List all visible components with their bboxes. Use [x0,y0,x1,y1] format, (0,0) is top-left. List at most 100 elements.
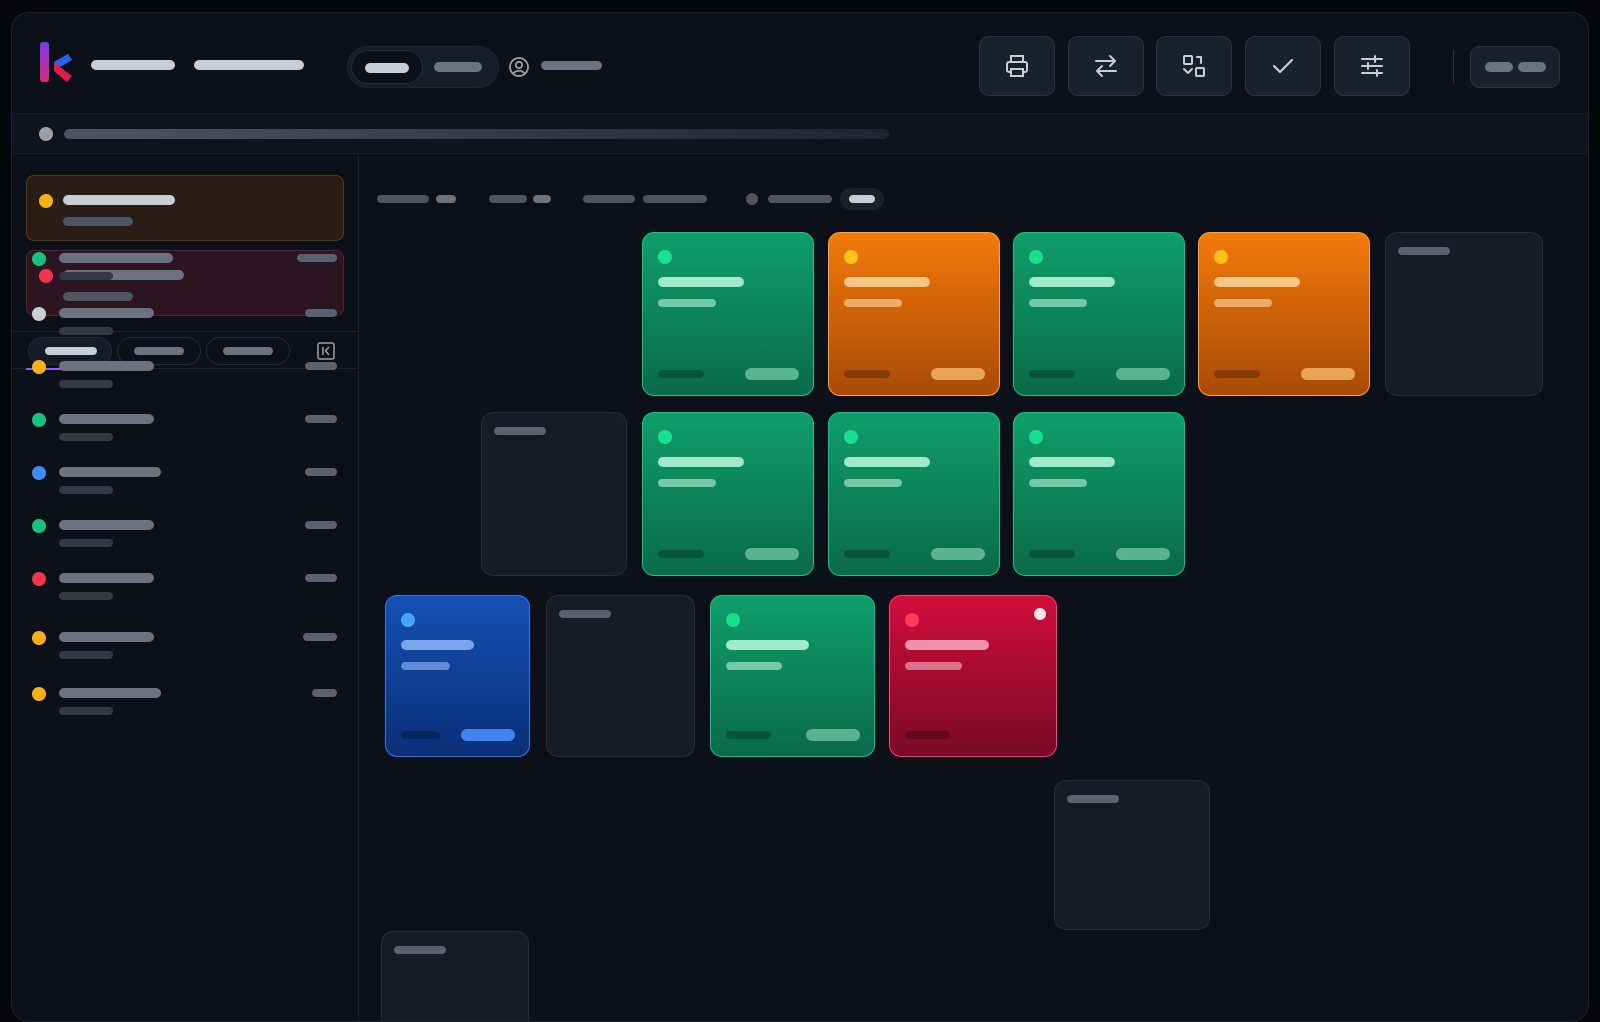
card-status-dot [1029,250,1043,264]
status-indicator [39,127,53,141]
swap-arrows-icon [1095,55,1117,77]
view-toggle[interactable] [347,46,499,88]
user-icon[interactable] [508,56,530,78]
filter-label [489,195,527,203]
account-button[interactable] [1470,46,1560,88]
item-subtitle [59,707,113,715]
toolbar-divider [1453,50,1454,84]
item-subtitle [59,327,113,335]
list-item[interactable] [12,625,352,665]
list-item[interactable] [12,460,352,500]
card-tag[interactable] [931,368,985,380]
layout-icon [1183,55,1205,77]
view-option-inactive[interactable] [434,62,482,72]
red-task-card[interactable] [889,595,1057,757]
list-item[interactable] [12,354,352,394]
top-bar [12,13,1588,114]
card-title [1029,277,1115,287]
card-tag[interactable] [931,548,985,560]
green-task-card[interactable] [1013,412,1185,576]
app-logo[interactable] [38,40,78,84]
print-button[interactable] [979,36,1055,96]
blue-task-card[interactable] [385,595,530,757]
filter-label [768,195,832,203]
green-task-card[interactable] [710,595,875,757]
card-status-dot [1214,250,1228,264]
card-subtitle [905,662,962,670]
card-meta [1029,550,1075,558]
green-task-card[interactable] [642,412,814,576]
card-meta [658,550,704,558]
card-tag[interactable] [1116,368,1170,380]
filter-label [377,195,429,203]
filter-value[interactable] [643,195,707,203]
layout-button[interactable] [1156,36,1232,96]
view-option-active[interactable] [351,50,423,84]
filter-value[interactable] [533,195,551,203]
empty-slot-card[interactable] [481,412,627,576]
card-title [1214,277,1300,287]
list-item[interactable] [12,566,352,606]
print-icon [1006,55,1028,77]
card-status-dot [844,430,858,444]
card-label [1067,795,1119,803]
item-subtitle [59,380,113,388]
warning-alert[interactable] [26,175,344,241]
filter-value[interactable] [436,195,456,203]
list-item[interactable] [12,513,352,553]
swap-button[interactable] [1068,36,1144,96]
filter-chip[interactable] [840,188,884,210]
card-title [844,457,930,467]
item-meta [305,309,337,317]
orange-task-card[interactable] [1198,232,1370,396]
item-title [59,361,154,371]
card-status-dot [658,430,672,444]
sidebar [12,154,359,1021]
card-subtitle [658,479,716,487]
card-meta [658,370,704,378]
card-tag[interactable] [745,368,799,380]
card-meta [905,731,950,739]
project-title [194,60,304,70]
card-tag[interactable] [806,729,860,741]
green-task-card[interactable] [1013,232,1185,396]
filter-dot [746,193,758,205]
empty-slot-card[interactable] [381,931,529,1021]
card-tag[interactable] [1301,368,1355,380]
sliders-icon [1361,55,1383,77]
orange-task-card[interactable] [828,232,1000,396]
item-meta [312,689,337,697]
item-meta [305,362,337,370]
item-title [59,467,161,477]
item-title [59,520,154,530]
card-subtitle [658,299,716,307]
card-status-dot [658,250,672,264]
card-tag[interactable] [1116,548,1170,560]
card-title [1029,457,1115,467]
empty-slot-card[interactable] [546,595,695,757]
item-title [59,414,154,424]
green-task-card[interactable] [828,412,1000,576]
card-status-dot [1029,430,1043,444]
progress-bar [64,129,889,139]
approve-button[interactable] [1245,36,1321,96]
card-meta [726,731,771,739]
item-title [59,632,154,642]
settings-button[interactable] [1334,36,1410,96]
empty-slot-card[interactable] [1385,232,1543,396]
card-tag[interactable] [461,729,515,741]
list-item[interactable] [12,407,352,447]
empty-slot-card[interactable] [1054,780,1210,930]
check-icon [1272,58,1294,74]
item-title [59,308,154,318]
card-status-dot [401,613,415,627]
list-item[interactable] [12,246,352,286]
list-item[interactable] [12,681,352,721]
status-dot [32,631,46,645]
green-task-card[interactable] [642,232,814,396]
card-tag[interactable] [745,548,799,560]
card-subtitle [726,662,782,670]
list-item[interactable] [12,301,352,341]
card-meta [844,550,890,558]
card-subtitle [1029,299,1087,307]
